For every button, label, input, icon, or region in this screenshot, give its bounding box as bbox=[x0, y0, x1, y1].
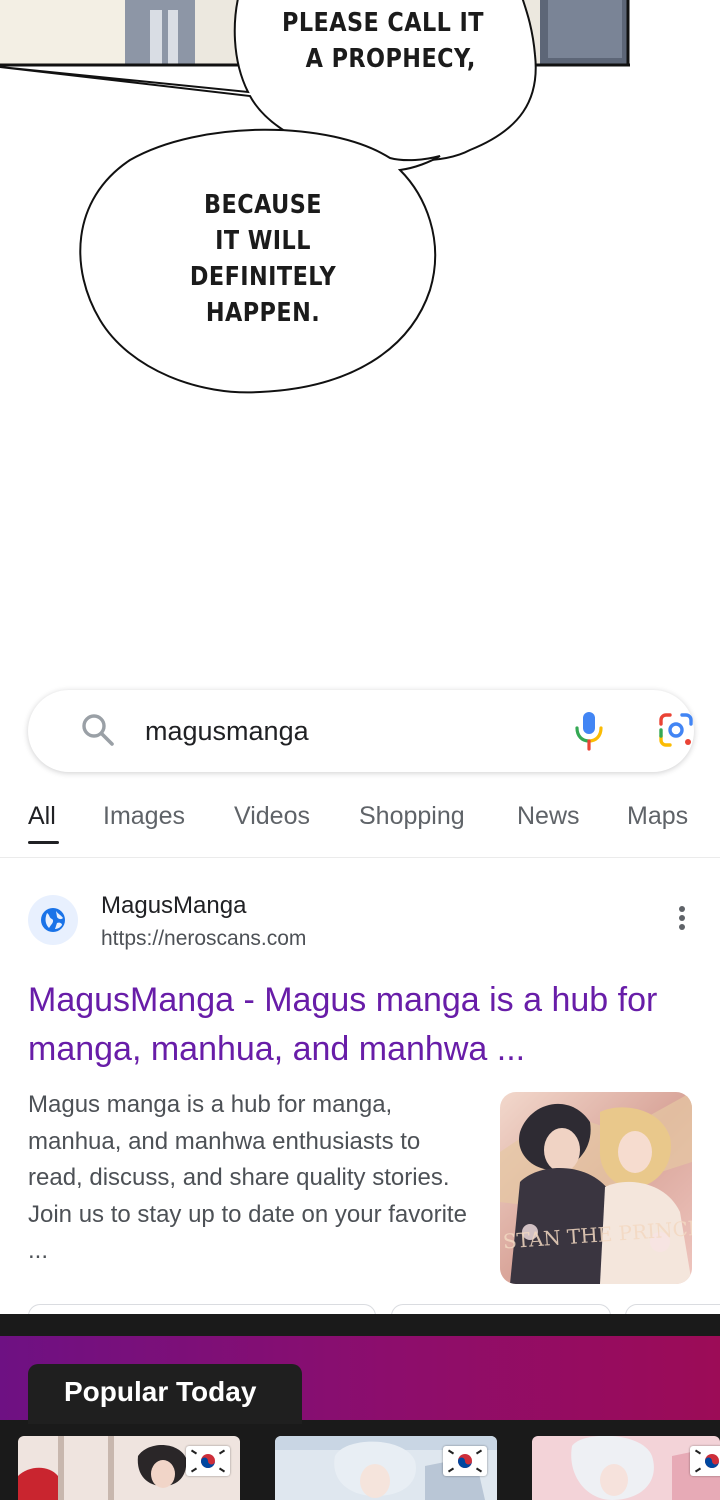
tab-maps[interactable]: Maps bbox=[627, 802, 688, 831]
site-favicon bbox=[28, 895, 78, 945]
result-site-name[interactable]: MagusManga bbox=[101, 892, 246, 920]
result-title-link[interactable]: MagusManga - Magus manga is a hub for ma… bbox=[28, 976, 688, 1074]
speech-line: PLEASE CALL IT bbox=[282, 8, 484, 38]
speech-line: IT WILL DEFINITELY bbox=[189, 226, 337, 292]
south-korea-flag bbox=[443, 1446, 487, 1476]
south-korea-flag bbox=[690, 1446, 720, 1476]
more-options-icon[interactable] bbox=[670, 906, 694, 936]
search-tabs: All Images Videos Shopping News Maps bbox=[0, 800, 720, 858]
google-lens-icon[interactable] bbox=[656, 710, 696, 750]
speech-bubble-bottom-text: BECAUSE IT WILL DEFINITELY HAPPEN. bbox=[138, 187, 387, 331]
comic-panel: PLEASE CALL IT A PROPHECY, BECAUSE IT WI… bbox=[0, 0, 720, 680]
result-thumbnail[interactable]: I STAN THE PRINCE bbox=[500, 1092, 692, 1284]
active-tab-indicator bbox=[28, 841, 59, 844]
popular-card[interactable] bbox=[275, 1436, 497, 1500]
globe-icon bbox=[41, 908, 65, 932]
tab-all[interactable]: All bbox=[28, 802, 56, 831]
tab-shopping[interactable]: Shopping bbox=[359, 802, 465, 831]
tab-videos[interactable]: Videos bbox=[234, 802, 310, 831]
speech-bubbles-art bbox=[0, 0, 630, 394]
popular-today-title: Popular Today bbox=[64, 1376, 257, 1407]
speech-bubble-top-text: PLEASE CALL IT A PROPHECY, bbox=[258, 5, 507, 77]
result-snippet: Magus manga is a hub for manga, manhua, … bbox=[28, 1091, 467, 1265]
popular-card[interactable] bbox=[18, 1436, 240, 1500]
search-icon[interactable] bbox=[80, 712, 116, 748]
speech-line: A PROPHECY, bbox=[305, 44, 476, 74]
popular-card[interactable] bbox=[532, 1436, 720, 1500]
tab-news[interactable]: News bbox=[517, 802, 580, 831]
tab-images[interactable]: Images bbox=[103, 802, 185, 831]
microphone-icon[interactable] bbox=[572, 710, 606, 752]
popular-today-tab[interactable]: Popular Today bbox=[28, 1364, 302, 1424]
manga-cover-image: I STAN THE PRINCE bbox=[500, 1092, 692, 1284]
search-input[interactable] bbox=[145, 716, 525, 747]
speech-line: BECAUSE bbox=[204, 190, 322, 220]
result-url[interactable]: https://neroscans.com bbox=[101, 927, 306, 951]
speech-line: HAPPEN. bbox=[205, 298, 321, 328]
search-bar[interactable] bbox=[28, 690, 694, 772]
south-korea-flag bbox=[186, 1446, 230, 1476]
